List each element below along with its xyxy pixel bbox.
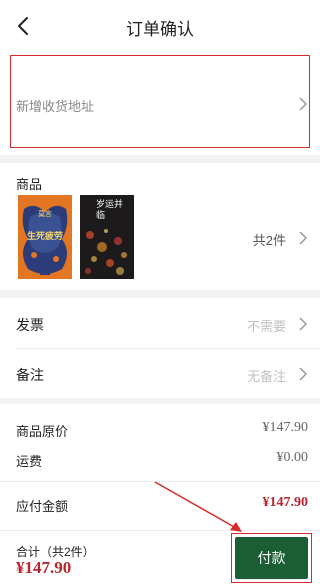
- add-address-row[interactable]: 新增收货地址: [0, 52, 320, 155]
- shipping-label: 运费: [16, 454, 43, 469]
- chevron-right-icon: [298, 96, 308, 112]
- original-price-label: 商品原价: [16, 424, 69, 439]
- chevron-right-icon: [298, 316, 308, 332]
- remark-label: 备注: [16, 367, 44, 383]
- invoice-row[interactable]: 发票 不需要: [0, 298, 320, 348]
- book-2-title: 岁运并临: [96, 199, 124, 220]
- chevron-right-icon: [298, 230, 308, 246]
- pay-button[interactable]: 付款: [235, 537, 308, 579]
- invoice-label: 发票: [16, 317, 44, 333]
- goods-title: 商品: [16, 177, 43, 192]
- amount-due-label: 应付金额: [16, 499, 69, 514]
- amount-due-value: ¥147.90: [262, 495, 309, 510]
- shipping-value: ¥0.00: [276, 450, 309, 465]
- remark-value: 无备注: [246, 369, 286, 384]
- book-1-title: 生死疲劳: [26, 231, 63, 241]
- invoice-remark-section: 发票 不需要 备注 无备注: [0, 298, 320, 398]
- page-title: 订单确认: [126, 20, 194, 39]
- book-cover-2: 岁运并临: [80, 195, 134, 279]
- total-amount: ¥147.90: [16, 558, 72, 577]
- book-1-author: 莫言: [38, 211, 52, 218]
- add-address-label: 新增收货地址: [16, 99, 95, 114]
- book-cover-1: 莫言 生死疲劳: [18, 195, 72, 279]
- price-summary-section: 商品原价 ¥147.90 运费 ¥0.00 应付金额 ¥147.90: [0, 404, 320, 530]
- goods-count: 共2件: [252, 233, 286, 248]
- invoice-value: 不需要: [246, 319, 286, 334]
- goods-section[interactable]: 商品 莫言 生死疲劳 岁运并临 共2件: [0, 163, 320, 290]
- checkout-bar: 合计（共2件） ¥147.90 付款: [0, 530, 320, 584]
- remark-row[interactable]: 备注 无备注: [0, 349, 320, 398]
- divider: [0, 481, 320, 482]
- top-bar: 订单确认: [0, 0, 320, 52]
- chevron-right-icon: [298, 366, 308, 382]
- original-price-value: ¥147.90: [262, 420, 309, 435]
